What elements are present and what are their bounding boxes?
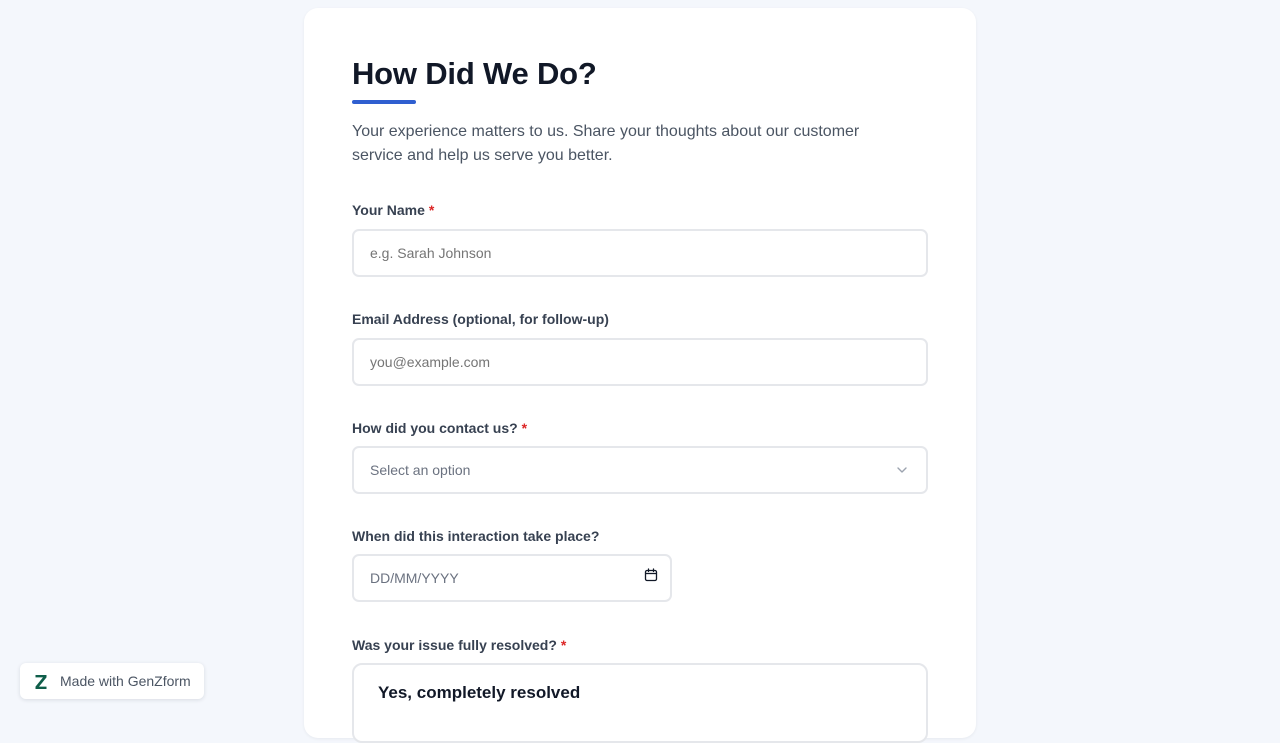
name-input[interactable] <box>352 229 928 277</box>
resolved-option-label: Yes, completely resolved <box>378 683 581 702</box>
resolved-option-yes[interactable]: Yes, completely resolved <box>352 663 928 743</box>
genzform-logo-icon <box>35 675 47 689</box>
form-description: Your experience matters to us. Share you… <box>352 123 860 164</box>
interaction-date-label: When did this interaction take place? <box>352 528 599 544</box>
required-marker: * <box>521 420 528 436</box>
contact-method-selected-value: Select an option <box>370 462 471 478</box>
contact-method-label: How did you contact us? * <box>352 420 527 436</box>
date-placeholder: DD/MM/YYYY <box>370 570 459 586</box>
title-accent-underline <box>352 100 416 104</box>
interaction-date-label-text: When did this interaction take place? <box>352 528 600 544</box>
required-marker: * <box>560 637 567 653</box>
chevron-down-icon <box>897 467 907 473</box>
email-input[interactable] <box>352 338 928 386</box>
page-title: How Did We Do? <box>352 56 597 91</box>
required-marker: * <box>428 202 435 218</box>
resolved-label: Was your issue fully resolved? * <box>352 637 566 653</box>
email-field-label: Email Address (optional, for follow-up) <box>352 311 609 327</box>
resolved-label-text: Was your issue fully resolved? <box>352 637 557 653</box>
badge-text: Made with GenZform <box>60 673 191 689</box>
name-field-label: Your Name * <box>352 202 434 218</box>
contact-method-select[interactable]: Select an option <box>352 446 928 494</box>
feedback-form-card: How Did We Do? Your experience matters t… <box>304 8 976 743</box>
name-label-text: Your Name <box>352 202 425 218</box>
contact-method-label-text: How did you contact us? <box>352 420 518 436</box>
made-with-genzform-badge[interactable]: Made with GenZform <box>20 663 204 699</box>
interaction-date-input[interactable]: DD/MM/YYYY <box>352 554 672 602</box>
email-label-text: Email Address (optional, for follow-up) <box>352 311 609 327</box>
calendar-icon[interactable] <box>644 568 658 582</box>
